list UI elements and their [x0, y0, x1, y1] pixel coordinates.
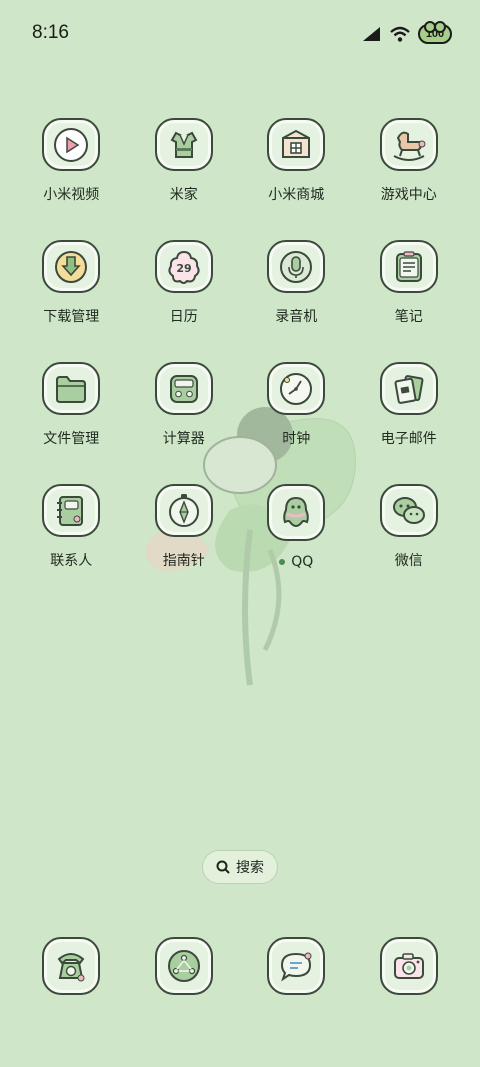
- app-label: 录音机: [275, 309, 318, 325]
- app-email[interactable]: 电子邮件: [353, 362, 466, 448]
- app-download-manager[interactable]: 下载管理: [15, 240, 128, 326]
- app-label: 时钟: [282, 431, 311, 447]
- app-label: 文件管理: [43, 431, 100, 447]
- search-icon: [216, 860, 230, 874]
- app-xiaomi-shop[interactable]: 小米商城: [240, 118, 353, 204]
- app-file-manager[interactable]: 文件管理: [15, 362, 128, 448]
- calendar-date: 29: [176, 262, 191, 275]
- app-wechat[interactable]: 微信: [353, 484, 466, 570]
- app-recorder[interactable]: 录音机: [240, 240, 353, 326]
- battery-icon: 100: [418, 21, 452, 44]
- app-label: 米家: [169, 187, 198, 203]
- app-calendar[interactable]: 29 日历: [128, 240, 241, 326]
- clock-icon: [267, 362, 326, 415]
- qq-penguin-icon: [267, 484, 326, 541]
- app-contacts[interactable]: 联系人: [15, 484, 128, 570]
- microphone-icon: [267, 240, 326, 293]
- browser-share-icon: [154, 937, 213, 995]
- app-grid: 小米视频 米家 小米商城 游戏中心 下载管理 29 日历 录音机 笔记 文件管理…: [15, 118, 465, 570]
- app-label: 游戏中心: [380, 187, 437, 203]
- clothing-icon: [154, 118, 213, 171]
- app-label: 下载管理: [43, 309, 100, 325]
- app-compass[interactable]: 指南针: [128, 484, 241, 570]
- app-clock[interactable]: 时钟: [240, 362, 353, 448]
- app-label: 小米商城: [268, 187, 325, 203]
- app-calculator[interactable]: 计算器: [128, 362, 241, 448]
- rocking-horse-icon: [379, 118, 438, 171]
- camera-icon: [379, 937, 438, 995]
- search-label: 搜索: [236, 860, 264, 876]
- compass-icon: [154, 484, 213, 537]
- dock-camera[interactable]: [353, 937, 466, 995]
- app-label: 笔记: [394, 309, 423, 325]
- dock-messages[interactable]: [240, 937, 353, 995]
- calendar-flower-icon: 29: [154, 240, 213, 293]
- status-icons: 100: [362, 21, 452, 46]
- calculator-icon: [154, 362, 213, 415]
- wifi-icon: [390, 26, 410, 42]
- app-label-with-dot: QQ: [279, 554, 313, 570]
- download-arrow-icon: [42, 240, 101, 293]
- app-label: 日历: [169, 309, 198, 325]
- app-label: 小米视频: [43, 187, 100, 203]
- app-xiaomi-video[interactable]: 小米视频: [15, 118, 128, 204]
- status-bar: 8:16 100: [0, 0, 480, 68]
- app-label: QQ: [291, 554, 314, 570]
- app-mijia[interactable]: 米家: [128, 118, 241, 204]
- app-label: 微信: [394, 553, 423, 569]
- dock-browser[interactable]: [128, 937, 241, 995]
- shop-box-icon: [267, 118, 326, 171]
- app-label: 电子邮件: [380, 431, 437, 447]
- folder-icon: [42, 362, 101, 415]
- dock: [15, 937, 465, 995]
- signal-icon: [363, 27, 380, 41]
- search-button[interactable]: 搜索: [202, 850, 278, 884]
- app-label: 指南针: [162, 553, 205, 569]
- notepad-icon: [379, 240, 438, 293]
- contacts-book-icon: [42, 484, 101, 537]
- messages-bubble-icon: [267, 937, 326, 995]
- wechat-bubbles-icon: [379, 484, 438, 537]
- app-label: 计算器: [162, 431, 205, 447]
- app-notes[interactable]: 笔记: [353, 240, 466, 326]
- battery-level: 100: [425, 28, 445, 40]
- dock-phone[interactable]: [15, 937, 128, 995]
- app-game-center[interactable]: 游戏中心: [353, 118, 466, 204]
- status-time: 8:16: [32, 22, 69, 43]
- update-dot: [279, 559, 286, 565]
- mail-cards-icon: [379, 362, 438, 415]
- telephone-icon: [42, 937, 101, 995]
- app-label: 联系人: [50, 553, 93, 569]
- app-qq[interactable]: QQ: [240, 484, 353, 570]
- video-play-icon: [42, 118, 101, 171]
